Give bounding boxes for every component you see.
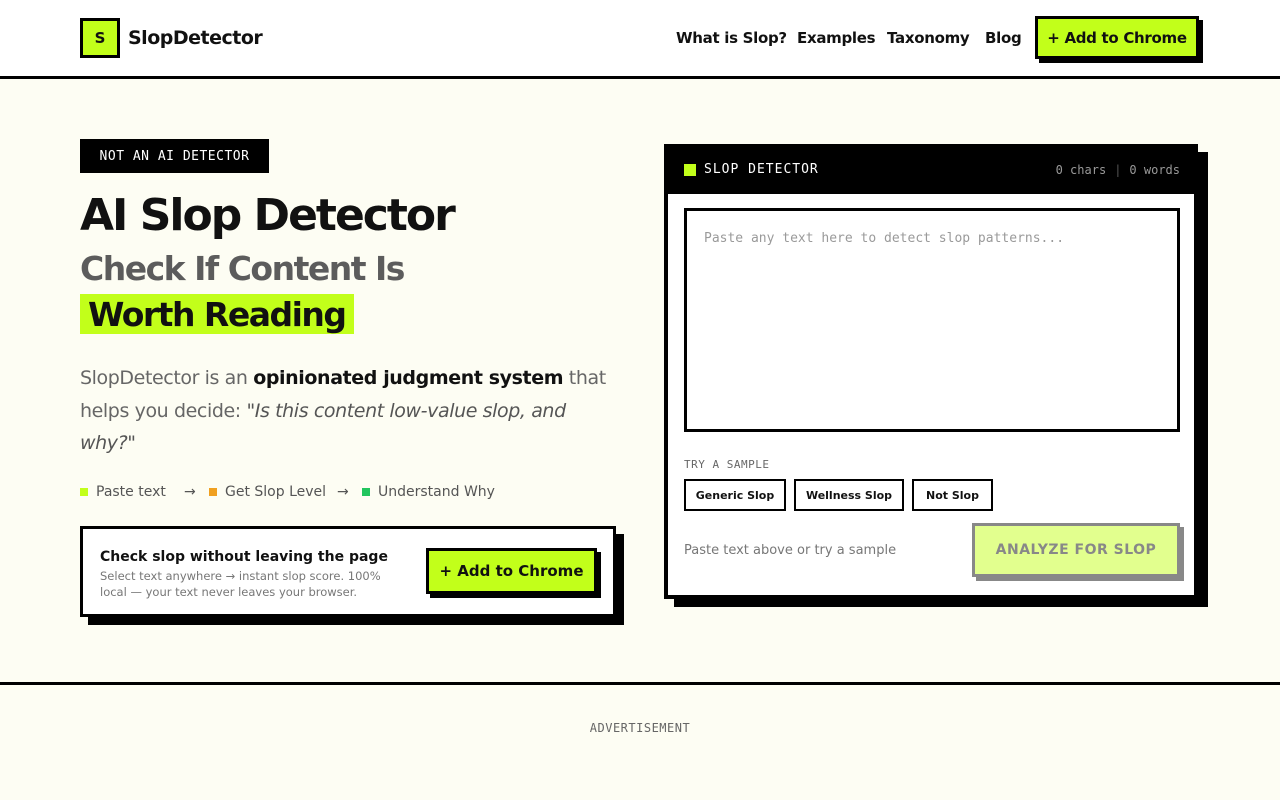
char-count: 0 chars [1055, 163, 1107, 177]
brand-name[interactable]: SlopDetector [128, 27, 263, 49]
text-input[interactable] [684, 208, 1180, 432]
status-square-icon [684, 164, 696, 176]
extension-promo-card: Check slop without leaving the page Sele… [80, 526, 616, 617]
advertisement-label: ADVERTISEMENT [589, 721, 691, 735]
nav-blog[interactable]: Blog [985, 29, 1022, 47]
lead-emphasis: opinionated judgment system [253, 367, 564, 389]
nav-taxonomy[interactable]: Taxonomy [887, 29, 970, 47]
not-ai-detector-badge: NOT AN AI DETECTOR [80, 139, 269, 173]
arrow-icon: → [337, 484, 349, 500]
site-header: S SlopDetector What is Slop? Examples Ta… [0, 0, 1280, 79]
try-sample-label: TRY A SAMPLE [684, 458, 770, 471]
hero-description: SlopDetector is an opinionated judgment … [80, 367, 606, 454]
page-subtitle: Check If Content Is [80, 249, 405, 288]
step-2-marker-icon [209, 488, 217, 496]
counter-separator: | [1114, 163, 1122, 177]
page-title: AI Slop Detector [80, 190, 456, 241]
step-2-label: Get Slop Level [225, 484, 327, 500]
step-1-marker-icon [80, 488, 88, 496]
step-1-label: Paste text [96, 484, 166, 500]
input-hint: Paste text above or try a sample [684, 543, 897, 558]
sample-not-slop-button[interactable]: Not Slop [912, 479, 993, 511]
sample-generic-slop-button[interactable]: Generic Slop [684, 479, 786, 511]
analyze-button[interactable]: ANALYZE FOR SLOP [972, 523, 1180, 577]
panel-header: SLOP DETECTOR 0 chars | 0 words [668, 148, 1194, 194]
subtitle-highlight: Worth Reading [80, 294, 354, 334]
sample-wellness-slop-button[interactable]: Wellness Slop [794, 479, 904, 511]
text-counter: 0 chars | 0 words [1056, 163, 1180, 177]
panel-title: SLOP DETECTOR [704, 162, 819, 177]
logo-mark[interactable]: S [80, 18, 120, 58]
promo-subtitle: Select text anywhere → instant slop scor… [100, 569, 381, 599]
promo-title: Check slop without leaving the page [100, 549, 388, 565]
arrow-icon: → [184, 484, 196, 500]
add-to-chrome-button[interactable]: + Add to Chrome [1035, 16, 1199, 59]
slop-detector-panel: SLOP DETECTOR 0 chars | 0 words TRY A SAMP… [664, 144, 1198, 599]
step-3-marker-icon [362, 488, 370, 496]
word-count: 0 words [1129, 163, 1180, 177]
nav-examples[interactable]: Examples [797, 29, 876, 47]
nav-what-is-slop[interactable]: What is Slop? [676, 29, 787, 47]
step-3-label: Understand Why [378, 484, 495, 500]
ad-section: ADVERTISEMENT [0, 682, 1280, 800]
promo-add-to-chrome-button[interactable]: + Add to Chrome [426, 548, 597, 594]
